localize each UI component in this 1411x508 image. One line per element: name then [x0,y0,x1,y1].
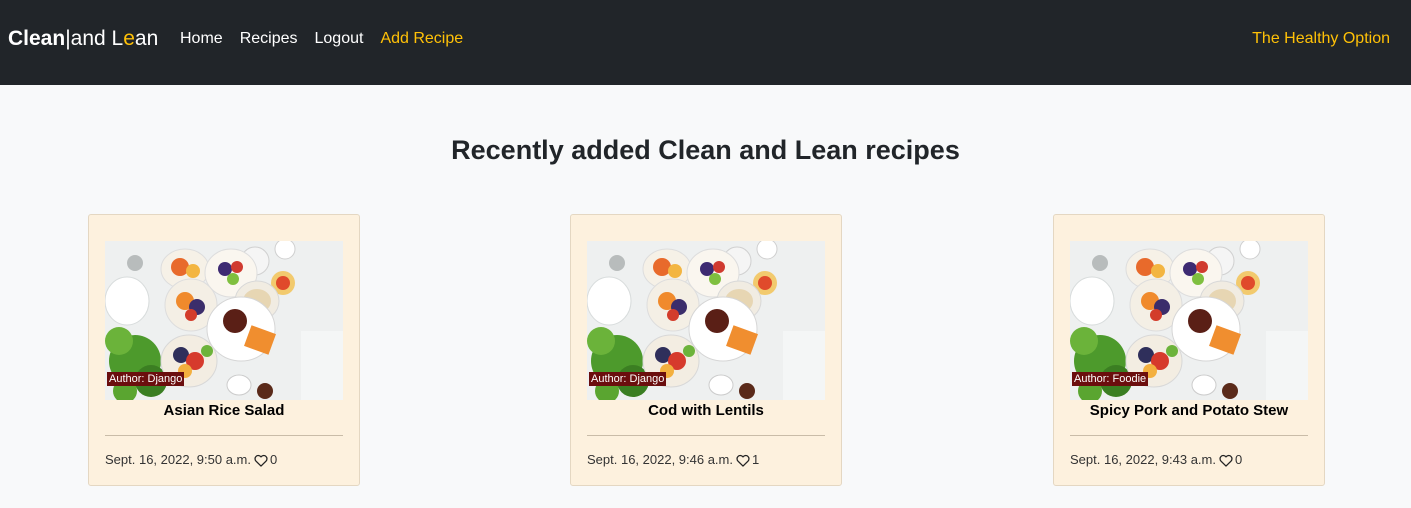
author-badge: Author: Foodie [1072,372,1149,386]
author-badge: Author: Django [107,372,185,386]
card-footer: Sept. 16, 2022, 9:50 a.m. 0 [105,452,277,468]
author-badge: Author: Django [589,372,667,386]
nav-recipes-link[interactable]: Recipes [240,29,298,49]
recipe-title[interactable]: Asian Rice Salad [89,402,359,420]
card-divider [1070,435,1308,436]
recipe-title[interactable]: Spicy Pork and Potato Stew [1054,402,1324,420]
nav-add-recipe-link[interactable]: Add Recipe [380,29,463,49]
brand-logo[interactable]: Clean|and Lean [8,26,158,52]
card-footer: Sept. 16, 2022, 9:46 a.m. 1 [587,452,759,468]
heart-icon[interactable] [736,454,750,467]
recipe-date: Sept. 16, 2022, 9:43 a.m. [1070,452,1216,467]
recipe-image[interactable]: Author: Django [105,241,343,400]
recipe-date: Sept. 16, 2022, 9:50 a.m. [105,452,251,467]
recipe-card[interactable]: Author: Django Cod with Lentils Sept. 16… [570,214,842,486]
nav-logout-link[interactable]: Logout [315,29,364,49]
brand-lean-e: e [123,27,135,50]
nav-home-link[interactable]: Home [180,29,223,49]
brand-and: and [70,27,112,50]
card-footer: Sept. 16, 2022, 9:43 a.m. 0 [1070,452,1242,468]
brand-clean: Clean [8,27,66,50]
recipe-date: Sept. 16, 2022, 9:46 a.m. [587,452,733,467]
recipe-title[interactable]: Cod with Lentils [571,402,841,420]
recipe-image[interactable]: Author: Foodie [1070,241,1308,400]
recipe-card[interactable]: Author: Django Asian Rice Salad Sept. 16… [88,214,360,486]
like-count: 1 [752,452,760,467]
heart-icon[interactable] [1219,454,1233,467]
page-title: Recently added Clean and Lean recipes [451,135,960,165]
card-divider [587,435,825,436]
brand-lean-l: L [111,27,124,50]
recipe-image[interactable]: Author: Django [587,241,825,400]
card-divider [105,435,343,436]
navbar: Clean|and Lean Home Recipes Logout Add R… [0,0,1411,85]
like-count: 0 [1235,452,1243,467]
like-count: 0 [270,452,278,467]
tagline: The Healthy Option [1252,30,1390,47]
brand-lean-rest: an [134,27,159,50]
nav-links: Home Recipes Logout Add Recipe [180,29,480,49]
recipe-card[interactable]: Author: Foodie Spicy Pork and Potato Ste… [1053,214,1325,486]
heart-icon[interactable] [254,454,268,467]
